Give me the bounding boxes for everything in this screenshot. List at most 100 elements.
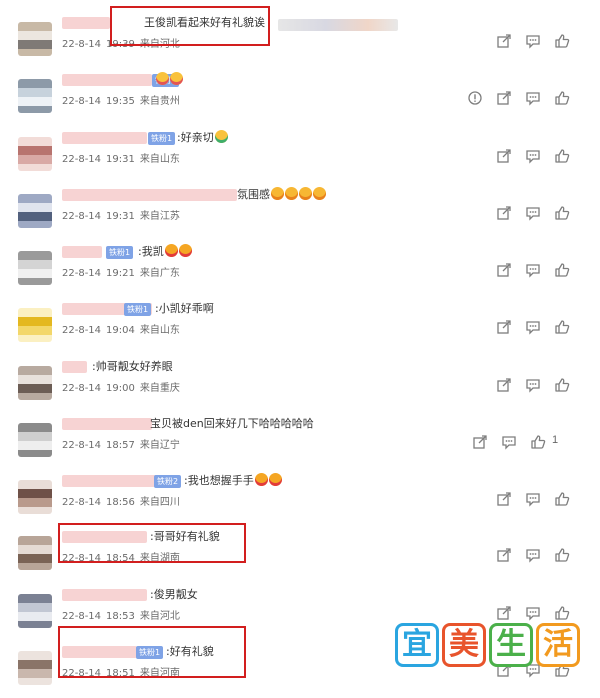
comment-icon[interactable] — [525, 377, 541, 393]
avatar[interactable] — [18, 423, 52, 457]
comment-icon[interactable] — [525, 491, 541, 507]
like-icon[interactable] — [554, 90, 570, 106]
share-icon[interactable] — [472, 434, 488, 450]
comment-time: 18:56 — [106, 497, 135, 508]
comment-text: :小凯好乖啊 — [155, 301, 214, 317]
comment-time: 19:35 — [106, 96, 135, 107]
like-icon[interactable] — [554, 33, 570, 49]
avatar[interactable] — [18, 79, 52, 113]
comment-time: 18:53 — [106, 611, 135, 622]
comment-actions: 1 — [472, 434, 582, 450]
fan-badge: 铁粉1 — [148, 132, 176, 145]
like-icon[interactable] — [554, 319, 570, 335]
comment-actions — [496, 377, 582, 393]
comment-location: 来自辽宁 — [139, 440, 180, 451]
comment-text: :我也想握手手 — [184, 473, 282, 489]
comment-actions — [468, 90, 582, 106]
comment-icon[interactable] — [525, 605, 541, 621]
avatar[interactable] — [18, 536, 52, 570]
comment-date: 22-8-14 — [62, 611, 102, 622]
comment-icon[interactable] — [525, 205, 541, 221]
emoji-icon — [268, 473, 282, 486]
comment-list: 王俊凯看起来好有礼貌诶22-8-1419:39来自河北铁粉122-8-1419:… — [0, 0, 600, 685]
comment-date: 22-8-14 — [62, 211, 102, 222]
report-icon[interactable] — [467, 90, 483, 106]
share-icon[interactable] — [496, 148, 512, 164]
username-blurred[interactable] — [62, 589, 147, 601]
avatar[interactable] — [18, 251, 52, 285]
highlight-box — [58, 626, 246, 678]
comment-icon[interactable] — [525, 90, 541, 106]
comment-meta: 22-8-14 18:53 来自河北 — [62, 607, 185, 622]
watermark-char: 活 — [536, 623, 580, 667]
like-icon[interactable] — [554, 547, 570, 563]
username-blurred[interactable] — [62, 17, 110, 29]
username-blurred[interactable] — [62, 132, 147, 144]
share-icon[interactable] — [496, 33, 512, 49]
comment-meta: 22-8-14 19:31 来自江苏 — [62, 207, 185, 222]
comment-date: 22-8-14 — [62, 497, 102, 508]
comment-icon[interactable] — [501, 434, 517, 450]
like-icon[interactable] — [554, 605, 570, 621]
comment-icon[interactable] — [525, 148, 541, 164]
like-icon[interactable] — [530, 434, 546, 450]
comment-date: 22-8-14 — [62, 440, 102, 451]
like-icon[interactable] — [554, 262, 570, 278]
emoji-icon — [178, 244, 192, 257]
share-icon[interactable] — [496, 205, 512, 221]
share-icon[interactable] — [496, 491, 512, 507]
like-icon[interactable] — [554, 377, 570, 393]
comment-icon[interactable] — [525, 547, 541, 563]
username-blurred[interactable] — [62, 74, 152, 86]
comment-meta: 22-8-14 19:04 来自山东 — [62, 321, 185, 336]
comment-actions — [496, 547, 582, 563]
username-blurred[interactable] — [62, 246, 102, 258]
comment-icon[interactable] — [525, 319, 541, 335]
avatar[interactable] — [18, 480, 52, 514]
comment-icon[interactable] — [525, 33, 541, 49]
share-icon[interactable] — [496, 319, 512, 335]
comment-date: 22-8-14 — [62, 268, 102, 279]
like-icon[interactable] — [554, 205, 570, 221]
emoji-icon — [164, 244, 178, 257]
comment-actions — [496, 605, 582, 621]
share-icon[interactable] — [496, 377, 512, 393]
comment-text-content: 氛围感 — [237, 188, 270, 201]
username-blurred[interactable] — [62, 418, 152, 430]
comment-row: 铁粉1:好亲切 22-8-14 19:31 来自山东 — [0, 127, 600, 184]
username-blurred[interactable] — [62, 189, 237, 201]
emoji-icon — [285, 187, 298, 200]
comment-icon[interactable] — [525, 262, 541, 278]
comment-location: 来自四川 — [139, 497, 180, 508]
watermark-char: 生 — [489, 623, 533, 667]
comment-date: 22-8-14 — [62, 96, 102, 107]
comment-text: 宝贝被den回来好几下哈哈哈哈哈 — [150, 416, 314, 432]
share-icon[interactable] — [496, 547, 512, 563]
fan-badge: 铁粉1 — [106, 246, 134, 259]
share-icon[interactable] — [496, 262, 512, 278]
comment-location: 来自山东 — [139, 325, 180, 336]
emoji-icon — [156, 72, 169, 85]
comment-text-content: :好亲切 — [177, 131, 214, 144]
share-icon[interactable] — [496, 605, 512, 621]
avatar[interactable] — [18, 308, 52, 342]
avatar[interactable] — [18, 22, 52, 56]
username-blurred[interactable] — [62, 361, 87, 373]
comment-text: 氛围感 — [237, 187, 326, 203]
comment-actions — [496, 491, 582, 507]
share-icon[interactable] — [496, 90, 512, 106]
highlight-box — [58, 523, 246, 563]
like-icon[interactable] — [554, 148, 570, 164]
avatar[interactable] — [18, 137, 52, 171]
like-icon[interactable] — [554, 491, 570, 507]
comment-row: 铁粉1:我凯 22-8-14 19:21 来自广东 — [0, 241, 600, 298]
avatar[interactable] — [18, 194, 52, 228]
comment-meta: 22-8-14 19:35 来自贵州 — [62, 92, 185, 107]
avatar[interactable] — [18, 594, 52, 628]
comment-time: 19:00 — [106, 383, 135, 394]
comment-text: :我凯 — [138, 244, 192, 260]
username-blurred[interactable] — [62, 475, 157, 487]
avatar[interactable] — [18, 366, 52, 400]
comment-row: 铁粉122-8-1419:35来自贵州 — [0, 69, 600, 126]
avatar[interactable] — [18, 651, 52, 685]
